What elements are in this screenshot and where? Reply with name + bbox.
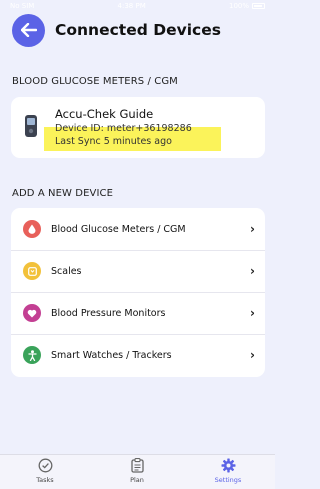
check-circle-icon	[38, 458, 52, 473]
section-label-add: ADD A NEW DEVICE	[12, 188, 114, 199]
tab-bar: Tasks Plan Settings	[0, 454, 275, 489]
tab-settings[interactable]: Settings	[198, 458, 258, 484]
heart-icon	[23, 304, 41, 322]
tab-label: Plan	[130, 476, 144, 484]
device-name: Accu-Chek Guide	[55, 107, 154, 121]
add-row-scales[interactable]: Scales ›	[11, 250, 265, 292]
arrow-left-icon	[20, 23, 37, 37]
scale-icon	[23, 262, 41, 280]
device-id: Device ID: meter+36198286	[55, 123, 192, 134]
tab-label: Settings	[214, 476, 242, 484]
chevron-right-icon: ›	[250, 348, 255, 362]
add-row-label: Smart Watches / Trackers	[51, 349, 172, 361]
add-row-glucose[interactable]: Blood Glucose Meters / CGM ›	[11, 208, 265, 250]
add-row-label: Blood Glucose Meters / CGM	[51, 223, 186, 235]
tab-label: Tasks	[36, 476, 54, 484]
battery-icon	[252, 3, 265, 9]
battery-percent: 100%	[228, 2, 249, 10]
connected-device-card[interactable]: Accu-Chek Guide Device ID: meter+3619828…	[11, 97, 265, 158]
person-icon	[23, 346, 41, 364]
status-right: 100%	[229, 2, 265, 10]
back-button[interactable]	[12, 13, 45, 47]
add-row-label: Blood Pressure Monitors	[51, 307, 166, 319]
glucose-meter-icon	[25, 115, 37, 137]
device-last-sync: Last Sync 5 minutes ago	[55, 136, 172, 147]
tab-plan[interactable]: Plan	[107, 458, 167, 484]
add-device-card: Blood Glucose Meters / CGM › Scales › Bl…	[11, 208, 265, 377]
chevron-right-icon: ›	[250, 264, 255, 278]
status-bar: No SIM 4:38 PM 100%	[0, 0, 275, 12]
clipboard-icon	[130, 458, 144, 473]
chevron-right-icon: ›	[250, 306, 255, 320]
chevron-right-icon: ›	[250, 222, 255, 236]
status-time: 4:38 PM	[117, 2, 146, 10]
page-title: Connected Devices	[55, 21, 221, 39]
add-row-label: Scales	[51, 265, 82, 277]
carrier-label: No SIM	[10, 2, 35, 10]
section-label-connected: BLOOD GLUCOSE METERS / CGM	[12, 76, 178, 87]
header: Connected Devices	[12, 13, 263, 47]
add-row-blood-pressure[interactable]: Blood Pressure Monitors ›	[11, 292, 265, 334]
tab-tasks[interactable]: Tasks	[15, 458, 75, 484]
gear-icon	[221, 458, 235, 473]
add-row-smart-watches[interactable]: Smart Watches / Trackers ›	[11, 334, 265, 376]
drop-icon	[23, 220, 41, 238]
